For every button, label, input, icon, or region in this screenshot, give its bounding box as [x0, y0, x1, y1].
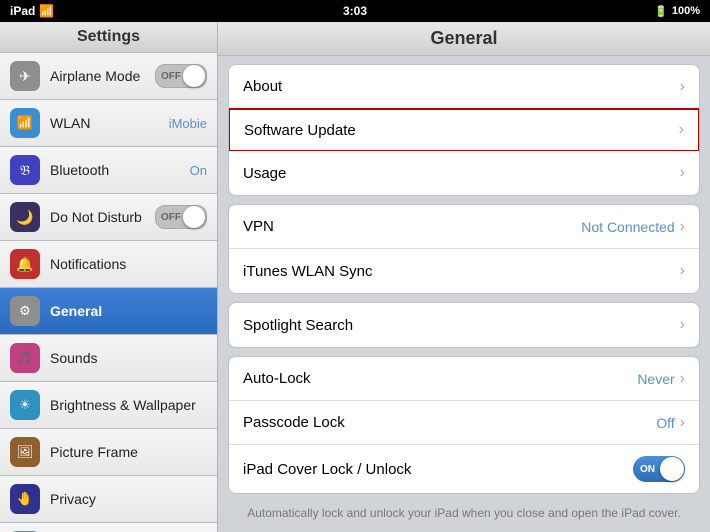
brightness-wallpaper-label: Brightness & Wallpaper: [50, 397, 207, 413]
main-title: General: [430, 28, 497, 48]
picture-frame-icon: 🖼: [10, 437, 40, 467]
usage-row[interactable]: Usage ›: [229, 151, 699, 195]
passcode-lock-label: Passcode Lock: [243, 414, 656, 431]
vpn-label: VPN: [243, 218, 581, 235]
sidebar-item-icloud[interactable]: ☁ iCloud: [0, 523, 217, 532]
sidebar-item-general[interactable]: ⚙ General: [0, 288, 217, 335]
ipad-cover-lock-toggle-knob: [660, 457, 684, 481]
section-vpn-itunes: VPN Not Connected › iTunes WLAN Sync ›: [228, 204, 700, 294]
sidebar-item-sounds[interactable]: 🎵 Sounds: [0, 335, 217, 382]
passcode-lock-row[interactable]: Passcode Lock Off ›: [229, 401, 699, 445]
ipad-cover-lock-toggle-label: ON: [640, 464, 655, 475]
airplane-mode-toggle[interactable]: OFF: [155, 64, 207, 88]
battery-label: 100%: [672, 5, 700, 17]
section-spotlight: Spotlight Search ›: [228, 302, 700, 348]
wlan-label: WLAN: [50, 115, 169, 131]
general-icon: ⚙: [10, 296, 40, 326]
vpn-value: Not Connected: [581, 219, 674, 235]
sidebar-header: Settings: [0, 22, 217, 53]
auto-lock-label: Auto-Lock: [243, 370, 637, 387]
sidebar-item-privacy[interactable]: 🤚 Privacy: [0, 476, 217, 523]
sounds-icon: 🎵: [10, 343, 40, 373]
itunes-wlan-sync-chevron: ›: [680, 262, 685, 280]
sidebar-item-bluetooth[interactable]: 𝔅 Bluetooth On: [0, 147, 217, 194]
sidebar-title: Settings: [77, 28, 140, 45]
sidebar-item-do-not-disturb[interactable]: 🌙 Do Not Disturb OFF: [0, 194, 217, 241]
airplane-mode-toggle-label: OFF: [161, 71, 181, 82]
picture-frame-label: Picture Frame: [50, 444, 207, 460]
do-not-disturb-icon: 🌙: [10, 202, 40, 232]
privacy-icon: 🤚: [10, 484, 40, 514]
auto-lock-row[interactable]: Auto-Lock Never ›: [229, 357, 699, 401]
do-not-disturb-toggle-label: OFF: [161, 212, 181, 223]
ipad-cover-lock-row[interactable]: iPad Cover Lock / Unlock ON: [229, 445, 699, 493]
do-not-disturb-toggle[interactable]: OFF: [155, 205, 207, 229]
bluetooth-value: On: [190, 163, 207, 178]
brightness-wallpaper-icon: ☀: [10, 390, 40, 420]
airplane-mode-icon: ✈: [10, 61, 40, 91]
sidebar-item-brightness-wallpaper[interactable]: ☀ Brightness & Wallpaper: [0, 382, 217, 429]
airplane-mode-toggle-knob: [183, 65, 205, 87]
about-chevron: ›: [680, 78, 685, 96]
ipad-cover-lock-toggle[interactable]: ON: [633, 456, 685, 482]
status-bar: iPad 📶 3:03 🔋 100%: [0, 0, 710, 22]
vpn-chevron: ›: [680, 218, 685, 236]
notifications-label: Notifications: [50, 256, 207, 272]
spotlight-search-chevron: ›: [680, 316, 685, 334]
sidebar-item-airplane-mode[interactable]: ✈ Airplane Mode OFF: [0, 53, 217, 100]
airplane-mode-label: Airplane Mode: [50, 68, 155, 84]
bluetooth-label: Bluetooth: [50, 162, 190, 178]
ipad-label: iPad: [10, 4, 35, 18]
auto-lock-value: Never: [637, 371, 674, 387]
sidebar-item-wlan[interactable]: 📶 WLAN iMobie: [0, 100, 217, 147]
sidebar: Settings ✈ Airplane Mode OFF 📶 WLAN iMob…: [0, 22, 218, 532]
spotlight-search-row[interactable]: Spotlight Search ›: [229, 303, 699, 347]
bluetooth-icon: 𝔅: [10, 155, 40, 185]
wifi-icon: 📶: [39, 4, 54, 18]
itunes-wlan-sync-label: iTunes WLAN Sync: [243, 263, 680, 280]
do-not-disturb-toggle-knob: [183, 206, 205, 228]
spotlight-search-label: Spotlight Search: [243, 317, 680, 334]
notifications-icon: 🔔: [10, 249, 40, 279]
main-container: Settings ✈ Airplane Mode OFF 📶 WLAN iMob…: [0, 22, 710, 532]
section-lock: Auto-Lock Never › Passcode Lock Off › iP…: [228, 356, 700, 494]
about-label: About: [243, 78, 680, 95]
do-not-disturb-label: Do Not Disturb: [50, 209, 155, 225]
software-update-row[interactable]: Software Update ›: [228, 108, 700, 152]
main-header: General: [218, 22, 710, 56]
ipad-cover-lock-label: iPad Cover Lock / Unlock: [243, 461, 633, 478]
itunes-wlan-sync-row[interactable]: iTunes WLAN Sync ›: [229, 249, 699, 293]
software-update-label: Software Update: [244, 122, 679, 139]
sidebar-item-picture-frame[interactable]: 🖼 Picture Frame: [0, 429, 217, 476]
status-bar-right: 🔋 100%: [654, 5, 700, 18]
about-row[interactable]: About ›: [229, 65, 699, 109]
privacy-label: Privacy: [50, 491, 207, 507]
usage-chevron: ›: [680, 164, 685, 182]
passcode-lock-chevron: ›: [680, 414, 685, 432]
battery-icon: 🔋: [654, 5, 668, 18]
cover-lock-hint: Automatically lock and unlock your iPad …: [218, 502, 710, 528]
passcode-lock-value: Off: [656, 415, 674, 431]
wlan-icon: 📶: [10, 108, 40, 138]
status-bar-left: iPad 📶: [10, 4, 54, 18]
vpn-row[interactable]: VPN Not Connected ›: [229, 205, 699, 249]
section-about-software-usage: About › Software Update › Usage ›: [228, 64, 700, 196]
status-bar-time: 3:03: [343, 4, 367, 18]
software-update-chevron: ›: [679, 121, 684, 139]
usage-label: Usage: [243, 165, 680, 182]
sidebar-item-notifications[interactable]: 🔔 Notifications: [0, 241, 217, 288]
sounds-label: Sounds: [50, 350, 207, 366]
general-label: General: [50, 303, 207, 319]
auto-lock-chevron: ›: [680, 370, 685, 388]
wlan-value: iMobie: [169, 116, 207, 131]
main-content: General About › Software Update › Usage …: [218, 22, 710, 532]
